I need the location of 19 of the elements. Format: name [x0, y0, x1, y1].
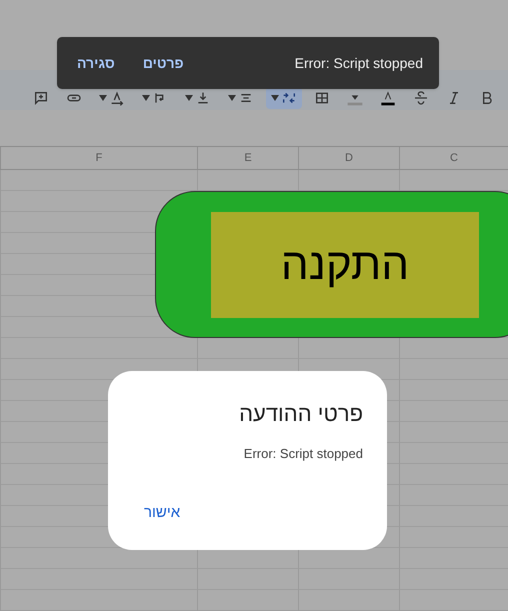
toast-action[interactable]: סגירה	[73, 52, 119, 74]
column-header[interactable]: E	[197, 147, 298, 169]
dialog-message: Error: Script stopped	[244, 445, 363, 463]
shape-label: התקנה	[280, 242, 410, 286]
toolbar-button[interactable]	[266, 87, 302, 109]
column-header[interactable]: F	[0, 147, 197, 169]
column-header[interactable]: C	[399, 147, 508, 169]
add-comment-icon	[33, 90, 49, 106]
install-button-shape[interactable]: התקנה	[155, 191, 508, 338]
text-color-icon	[380, 90, 396, 106]
dialog-title: פרטי ההודעה	[238, 400, 363, 428]
merge-icon	[281, 90, 297, 106]
borders-icon	[314, 90, 330, 106]
toast-action[interactable]: פרטים	[138, 52, 188, 74]
toast-message: Error: Script stopped	[294, 54, 423, 73]
ok-button[interactable]: אישור	[132, 498, 192, 528]
strikethrough-icon	[413, 90, 429, 106]
column-header[interactable]: D	[298, 147, 399, 169]
text-rotate-icon	[109, 90, 125, 106]
